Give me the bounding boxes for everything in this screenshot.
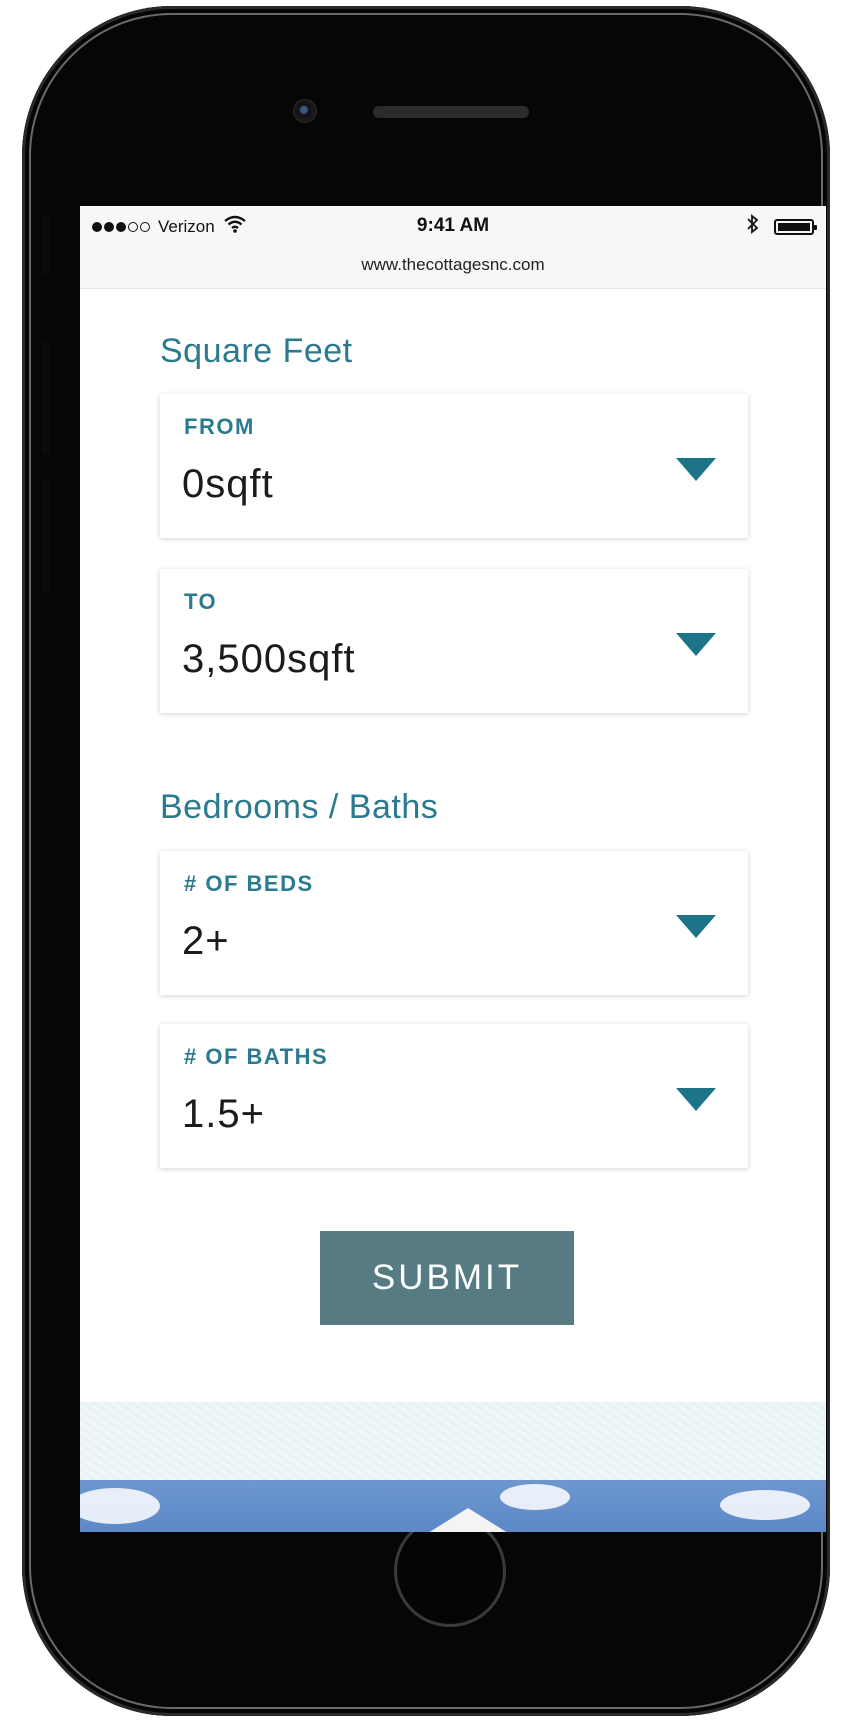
caret-down-icon[interactable]: [676, 1088, 716, 1111]
phone-screen: Verizon 9:41 AM www.thecottagesnc.com Sq…: [80, 206, 826, 1532]
baths-value: 1.5+: [182, 1092, 265, 1136]
caret-down-icon[interactable]: [676, 458, 716, 481]
house-roof-image: [420, 1508, 516, 1532]
bluetooth-icon: [746, 214, 760, 240]
battery-icon: [774, 219, 817, 235]
submit-button[interactable]: SUBMIT: [320, 1231, 574, 1325]
sqft-to-select[interactable]: TO 3,500sqft: [160, 569, 748, 713]
sqft-from-value: 0sqft: [182, 462, 274, 506]
sqft-from-label: FROM: [184, 414, 255, 439]
sqft-from-select[interactable]: FROM 0sqft: [160, 394, 748, 538]
beds-value: 2+: [182, 919, 230, 963]
volume-down-button: [42, 480, 50, 592]
beds-label: # OF BEDS: [184, 871, 314, 896]
textured-divider-band: [80, 1402, 826, 1480]
caret-down-icon[interactable]: [676, 915, 716, 938]
sqft-to-value: 3,500sqft: [182, 637, 356, 681]
clock: 9:41 AM: [416, 215, 490, 236]
url-bar[interactable]: www.thecottagesnc.com: [80, 255, 826, 275]
mute-switch: [42, 215, 50, 275]
square-feet-title: Square Feet: [160, 332, 353, 370]
status-right: [746, 214, 817, 240]
baths-label: # OF BATHS: [184, 1044, 329, 1069]
sqft-to-label: TO: [184, 589, 218, 614]
battery-fill: [778, 223, 810, 231]
beds-select[interactable]: # OF BEDS 2+: [160, 851, 748, 995]
earpiece-speaker: [373, 106, 529, 118]
front-camera: [294, 100, 316, 122]
volume-up-button: [42, 342, 50, 454]
caret-down-icon[interactable]: [676, 633, 716, 656]
baths-select[interactable]: # OF BATHS 1.5+: [160, 1024, 748, 1168]
bedrooms-baths-title: Bedrooms / Baths: [160, 788, 439, 826]
status-bar: Verizon 9:41 AM www.thecottagesnc.com: [80, 206, 826, 289]
